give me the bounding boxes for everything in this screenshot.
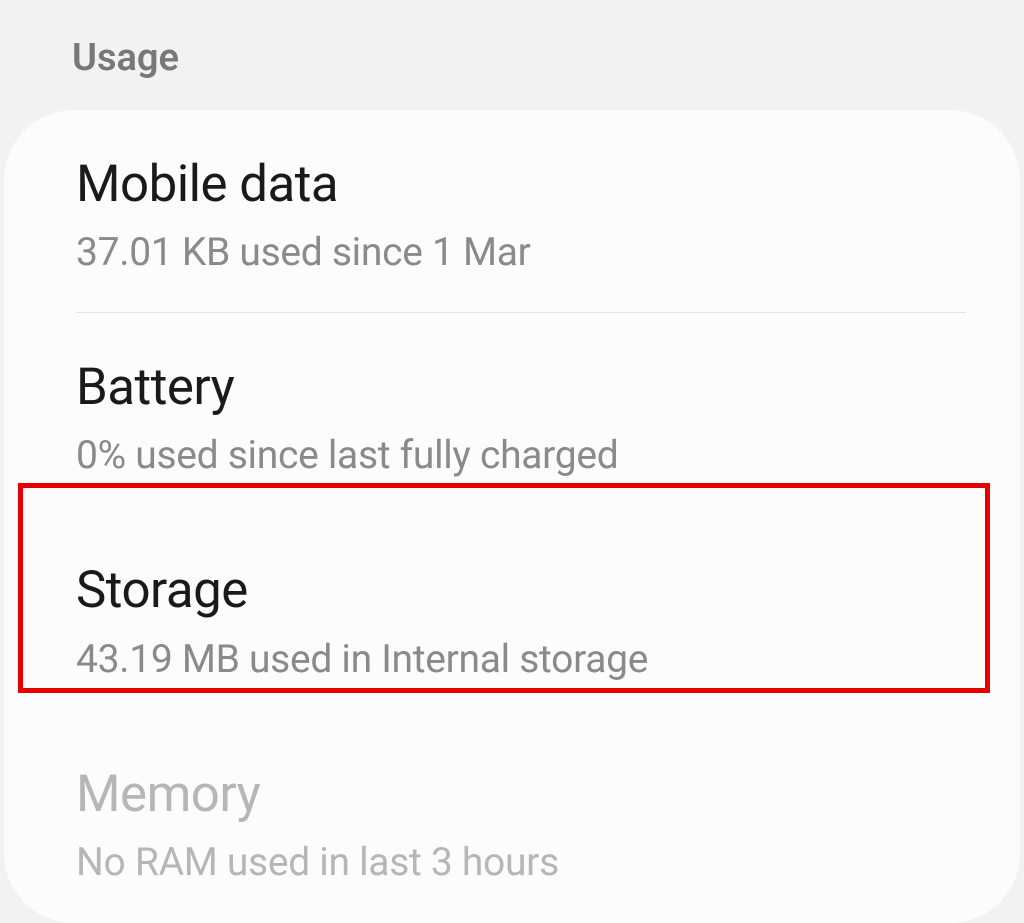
item-subtitle: No RAM used in last 3 hours (76, 839, 948, 885)
list-item-battery[interactable]: Battery 0% used since last fully charged (4, 313, 1020, 516)
item-title: Battery (76, 357, 948, 418)
usage-card: Mobile data 37.01 KB used since 1 Mar Ba… (4, 110, 1020, 923)
section-header-usage: Usage (0, 0, 1024, 110)
list-item-mobile-data[interactable]: Mobile data 37.01 KB used since 1 Mar (4, 110, 1020, 313)
item-subtitle: 43.19 MB used in Internal storage (76, 636, 948, 682)
item-title: Storage (76, 560, 948, 621)
item-subtitle: 37.01 KB used since 1 Mar (76, 229, 948, 275)
list-item-memory: Memory No RAM used in last 3 hours (4, 720, 1020, 923)
list-item-storage[interactable]: Storage 43.19 MB used in Internal storag… (4, 516, 1020, 719)
item-subtitle: 0% used since last fully charged (76, 432, 948, 478)
item-title: Mobile data (76, 154, 948, 215)
item-title: Memory (76, 764, 948, 825)
